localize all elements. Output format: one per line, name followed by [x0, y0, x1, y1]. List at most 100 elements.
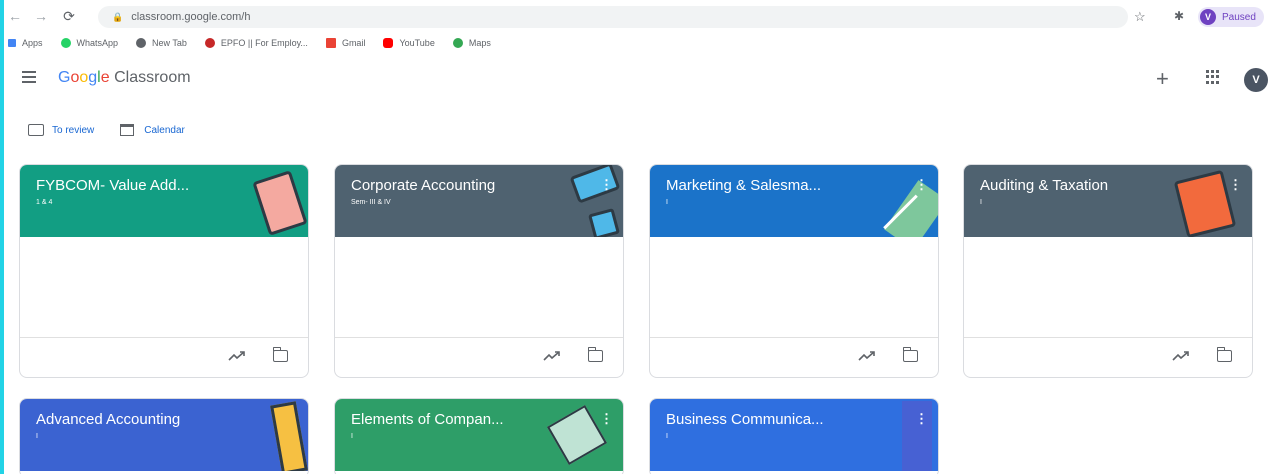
- class-card-body: [335, 237, 623, 337]
- to-review-label: To review: [52, 124, 95, 136]
- profile-button[interactable]: V Paused: [1198, 7, 1264, 27]
- bookmarks-bar: Apps WhatsApp New Tab EPFO || For Employ…: [8, 33, 509, 53]
- whatsapp-icon: [60, 38, 71, 48]
- class-title[interactable]: Auditing & Taxation: [980, 177, 1210, 194]
- menu-icon[interactable]: [22, 71, 36, 83]
- class-card-header[interactable]: Auditing & Taxation I ⋮: [964, 165, 1252, 237]
- class-card-header[interactable]: Business Communica... I ⋮: [650, 399, 938, 471]
- trending-icon[interactable]: [1172, 350, 1190, 362]
- class-title[interactable]: Corporate Accounting: [351, 177, 581, 194]
- profile-avatar: V: [1200, 9, 1216, 25]
- more-options-icon[interactable]: ⋮: [600, 177, 613, 193]
- bookmark-star-icon[interactable]: ☆: [1134, 9, 1146, 25]
- logo-letter: e: [100, 69, 110, 86]
- class-card-header[interactable]: Marketing & Salesma... I ⋮: [650, 165, 938, 237]
- class-card[interactable]: Marketing & Salesma... I ⋮: [649, 164, 939, 378]
- class-title[interactable]: Elements of Compan...: [351, 411, 581, 428]
- calendar-icon: [120, 124, 135, 136]
- reload-icon[interactable]: ⟳: [58, 8, 80, 25]
- class-section: I: [351, 433, 353, 440]
- class-section: 1 & 4: [36, 199, 53, 206]
- bookmark-new-tab[interactable]: New Tab: [136, 38, 187, 48]
- class-card-header[interactable]: Corporate Accounting Sem- III & IV ⋮: [335, 165, 623, 237]
- apps-grid-icon: [8, 39, 16, 47]
- google-apps-icon[interactable]: [1206, 70, 1220, 84]
- browser-toolbar: ← → ⟳ 🔒 classroom.google.com/h ☆ ✱ V Pau…: [0, 0, 1270, 32]
- youtube-icon: [383, 38, 394, 48]
- bookmark-apps[interactable]: Apps: [8, 38, 43, 48]
- class-title[interactable]: Business Communica...: [666, 411, 896, 428]
- class-card-header[interactable]: Advanced Accounting I: [20, 399, 308, 471]
- class-card-footer: [335, 337, 623, 377]
- class-title[interactable]: FYBCOM- Value Add...: [36, 177, 266, 194]
- bookmark-epfo[interactable]: EPFO || For Employ...: [204, 38, 308, 48]
- to-review-link[interactable]: To review: [28, 124, 94, 136]
- bookmark-label: New Tab: [152, 38, 187, 48]
- more-options-icon[interactable]: ⋮: [600, 411, 613, 427]
- account-avatar[interactable]: V: [1244, 68, 1268, 92]
- back-icon[interactable]: ←: [4, 8, 26, 24]
- class-card-footer: [20, 337, 308, 377]
- url-text: classroom.google.com/h: [131, 11, 251, 23]
- class-card[interactable]: Advanced Accounting I: [19, 398, 309, 474]
- bookmark-label: Gmail: [341, 38, 366, 48]
- lock-icon: 🔒: [112, 11, 124, 22]
- bookmark-label: YouTube: [399, 38, 435, 48]
- calendar-label: Calendar: [144, 124, 185, 136]
- extensions-icon[interactable]: ✱: [1174, 9, 1184, 23]
- class-card-footer: [964, 337, 1252, 377]
- globe-icon: [136, 38, 147, 48]
- class-title[interactable]: Marketing & Salesma...: [666, 177, 896, 194]
- folder-icon[interactable]: [587, 347, 603, 362]
- more-options-icon[interactable]: ⋮: [915, 177, 928, 193]
- trending-icon[interactable]: [228, 350, 246, 362]
- class-card[interactable]: Business Communica... I ⋮: [649, 398, 939, 474]
- bookmark-maps[interactable]: Maps: [452, 38, 491, 48]
- classroom-header: Google Classroom + V: [4, 56, 1270, 104]
- logo-letter: G: [58, 69, 71, 86]
- class-card-body: [20, 237, 308, 337]
- logo-product-name: Classroom: [109, 69, 191, 86]
- class-title[interactable]: Advanced Accounting: [36, 411, 266, 428]
- more-options-icon[interactable]: ⋮: [915, 411, 928, 427]
- address-bar[interactable]: 🔒 classroom.google.com/h: [98, 6, 1128, 28]
- maps-icon: [452, 38, 463, 48]
- more-options-icon[interactable]: ⋮: [1229, 177, 1242, 193]
- folder-icon[interactable]: [272, 347, 288, 362]
- class-section: I: [666, 199, 668, 206]
- class-card[interactable]: Auditing & Taxation I ⋮: [963, 164, 1253, 378]
- class-card[interactable]: FYBCOM- Value Add... 1 & 4: [19, 164, 309, 378]
- bookmark-gmail[interactable]: Gmail: [325, 38, 366, 48]
- folder-icon[interactable]: [1216, 347, 1232, 362]
- class-section: Sem- III & IV: [351, 199, 391, 206]
- add-class-icon[interactable]: +: [1156, 66, 1169, 92]
- class-card-header[interactable]: Elements of Compan... I ⋮: [335, 399, 623, 471]
- class-card-body: [650, 237, 938, 337]
- bookmark-youtube[interactable]: YouTube: [383, 38, 435, 48]
- bookmark-whatsapp[interactable]: WhatsApp: [60, 38, 119, 48]
- trending-icon[interactable]: [543, 350, 561, 362]
- forward-icon[interactable]: →: [30, 8, 52, 24]
- classroom-logo[interactable]: Google Classroom: [58, 69, 191, 87]
- gmail-icon: [325, 38, 336, 48]
- profile-status: Paused: [1222, 11, 1256, 23]
- class-section: I: [36, 433, 38, 440]
- class-card-header[interactable]: FYBCOM- Value Add... 1 & 4: [20, 165, 308, 237]
- folder-icon[interactable]: [902, 347, 918, 362]
- logo-letter: o: [79, 69, 89, 86]
- review-folder-icon: [28, 124, 44, 136]
- class-card-footer: [650, 337, 938, 377]
- bookmark-label: Maps: [468, 38, 491, 48]
- logo-letter: g: [88, 69, 98, 86]
- calendar-link[interactable]: Calendar: [120, 124, 185, 136]
- trending-icon[interactable]: [858, 350, 876, 362]
- class-card-body: [964, 237, 1252, 337]
- epfo-icon: [204, 38, 215, 48]
- tablet-illustration-icon: [588, 208, 620, 237]
- screen-left-edge: [0, 0, 4, 474]
- class-card[interactable]: Corporate Accounting Sem- III & IV ⋮: [334, 164, 624, 378]
- bookmark-label: WhatsApp: [76, 38, 119, 48]
- bookmark-label: EPFO || For Employ...: [220, 38, 308, 48]
- bookmark-label: Apps: [22, 38, 43, 48]
- class-card[interactable]: Elements of Compan... I ⋮: [334, 398, 624, 474]
